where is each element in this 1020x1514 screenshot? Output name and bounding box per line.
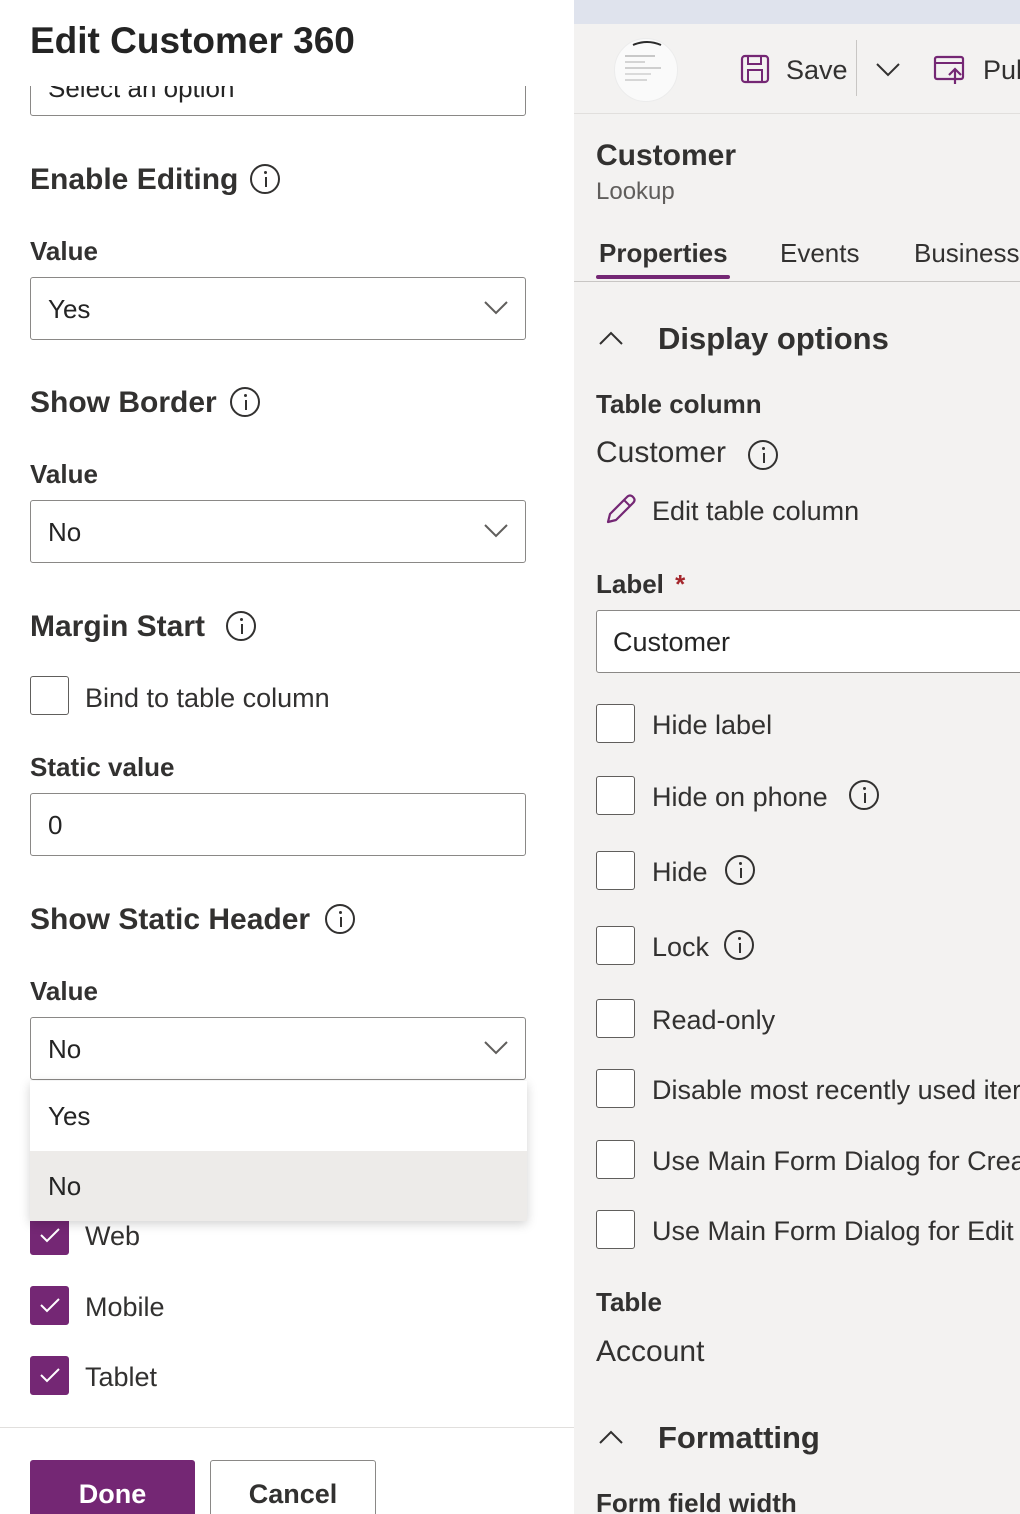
read-only-label: Read-only <box>652 1005 776 1035</box>
hide-on-phone-checkbox[interactable] <box>596 776 635 815</box>
command-divider <box>856 40 857 96</box>
edit-table-column-link[interactable]: Edit table column <box>652 496 859 527</box>
info-icon[interactable] <box>250 164 280 194</box>
mobile-checkbox[interactable] <box>30 1286 69 1325</box>
tab-events[interactable]: Events <box>780 238 860 269</box>
hide-checkbox[interactable] <box>596 851 635 890</box>
chevron-down-icon <box>484 301 508 315</box>
footer-divider <box>0 1427 574 1428</box>
enable-editing-heading: Enable Editing <box>30 163 239 196</box>
cancel-button[interactable]: Cancel <box>210 1460 376 1514</box>
hide-label-checkbox[interactable] <box>596 704 635 743</box>
show-border-select[interactable]: No <box>30 500 526 563</box>
tabs-divider <box>574 281 1020 282</box>
checkmark-icon <box>40 1298 60 1313</box>
checkmark-icon <box>40 1228 60 1243</box>
publish-icon[interactable] <box>933 54 967 86</box>
main-form-dialog-edit-checkbox[interactable] <box>596 1210 635 1249</box>
panel-title: Edit Customer 360 <box>30 20 355 61</box>
form-field-width-label: Form field width <box>596 1488 797 1514</box>
margin-start-heading: Margin Start <box>30 610 206 643</box>
mobile-label: Mobile <box>85 1292 165 1322</box>
field-type: Lookup <box>596 178 675 205</box>
pencil-icon[interactable] <box>602 492 638 528</box>
info-icon[interactable] <box>748 440 778 470</box>
info-icon[interactable] <box>724 930 754 960</box>
label-field-label: Label * <box>596 569 685 600</box>
enable-editing-value-label: Value <box>30 236 98 266</box>
edit-component-panel: Select an option Edit Customer 360 Enabl… <box>0 0 574 1514</box>
show-static-header-heading: Show Static Header <box>30 903 311 936</box>
main-form-dialog-edit-label: Use Main Form Dialog for Edit <box>652 1216 1014 1246</box>
show-border-value-label: Value <box>30 459 98 489</box>
hide-label-label: Hide label <box>652 710 773 740</box>
checkmark-icon <box>40 1368 60 1383</box>
chevron-down-icon <box>484 524 508 538</box>
static-value-label: Static value <box>30 752 175 782</box>
info-icon[interactable] <box>226 611 256 641</box>
dropdown-option-no[interactable]: No <box>30 1151 527 1221</box>
show-static-header-value-label: Value <box>30 976 98 1006</box>
info-icon[interactable] <box>230 387 260 417</box>
save-icon[interactable] <box>740 54 770 84</box>
enable-editing-select-value: Yes <box>48 294 91 324</box>
lock-label: Lock <box>652 932 710 962</box>
table-column-label: Table column <box>596 389 762 419</box>
formatting-heading[interactable]: Formatting <box>658 1420 820 1456</box>
hide-on-phone-label: Hide on phone <box>652 782 828 812</box>
done-button[interactable]: Done <box>30 1460 195 1514</box>
hide-label: Hide <box>652 857 708 887</box>
enable-editing-select[interactable]: Yes <box>30 277 526 340</box>
field-title: Customer <box>596 139 737 172</box>
info-icon[interactable] <box>325 904 355 934</box>
properties-pane: Save Pub Customer Lookup Properties Even… <box>574 0 1020 1514</box>
show-static-header-select-value: No <box>48 1034 82 1064</box>
avatar-image <box>625 41 662 81</box>
command-bar: Save Pub <box>574 24 1020 114</box>
table-column-value: Customer <box>596 436 727 469</box>
label-input[interactable]: Customer <box>596 610 1020 673</box>
web-checkbox[interactable] <box>30 1216 69 1255</box>
save-button[interactable]: Save <box>786 55 848 86</box>
bind-to-table-column-checkbox[interactable] <box>30 676 69 715</box>
bind-to-table-column-label: Bind to table column <box>85 683 330 713</box>
web-label: Web <box>85 1221 141 1251</box>
disable-mru-checkbox[interactable] <box>596 1069 635 1108</box>
tablet-label: Tablet <box>85 1362 158 1392</box>
label-input-value: Customer <box>613 627 731 657</box>
dropdown-option-yes[interactable]: Yes <box>30 1081 527 1151</box>
info-icon[interactable] <box>849 780 879 810</box>
display-options-heading[interactable]: Display options <box>658 321 889 357</box>
publish-button[interactable]: Pub <box>983 55 1020 86</box>
table-value: Account <box>596 1335 705 1368</box>
chevron-up-icon[interactable] <box>598 1428 624 1446</box>
info-icon[interactable] <box>725 855 755 885</box>
static-value-text: 0 <box>48 810 63 840</box>
label-field-text: Label <box>596 569 664 599</box>
chevron-up-icon[interactable] <box>598 329 624 347</box>
chevron-down-icon <box>484 1041 508 1055</box>
table-label: Table <box>596 1287 662 1317</box>
disable-mru-label: Disable most recently used iter <box>652 1075 1020 1105</box>
show-border-select-value: No <box>48 517 82 547</box>
chevron-down-icon[interactable] <box>875 60 901 78</box>
static-value-input[interactable]: 0 <box>30 793 526 856</box>
main-form-dialog-create-label: Use Main Form Dialog for Crea <box>652 1146 1020 1176</box>
show-border-heading: Show Border <box>30 386 217 419</box>
tablet-checkbox[interactable] <box>30 1356 69 1395</box>
avatar[interactable] <box>614 38 678 102</box>
lock-checkbox[interactable] <box>596 926 635 965</box>
show-static-header-select[interactable]: No <box>30 1017 526 1080</box>
tab-business[interactable]: Business <box>914 238 1020 269</box>
tab-properties[interactable]: Properties <box>599 238 728 269</box>
static-header-dropdown-list: Yes No <box>30 1081 527 1221</box>
active-tab-indicator <box>596 275 730 279</box>
required-mark: * <box>675 569 686 599</box>
read-only-checkbox[interactable] <box>596 999 635 1038</box>
main-form-dialog-create-checkbox[interactable] <box>596 1140 635 1179</box>
top-band <box>574 0 1020 24</box>
